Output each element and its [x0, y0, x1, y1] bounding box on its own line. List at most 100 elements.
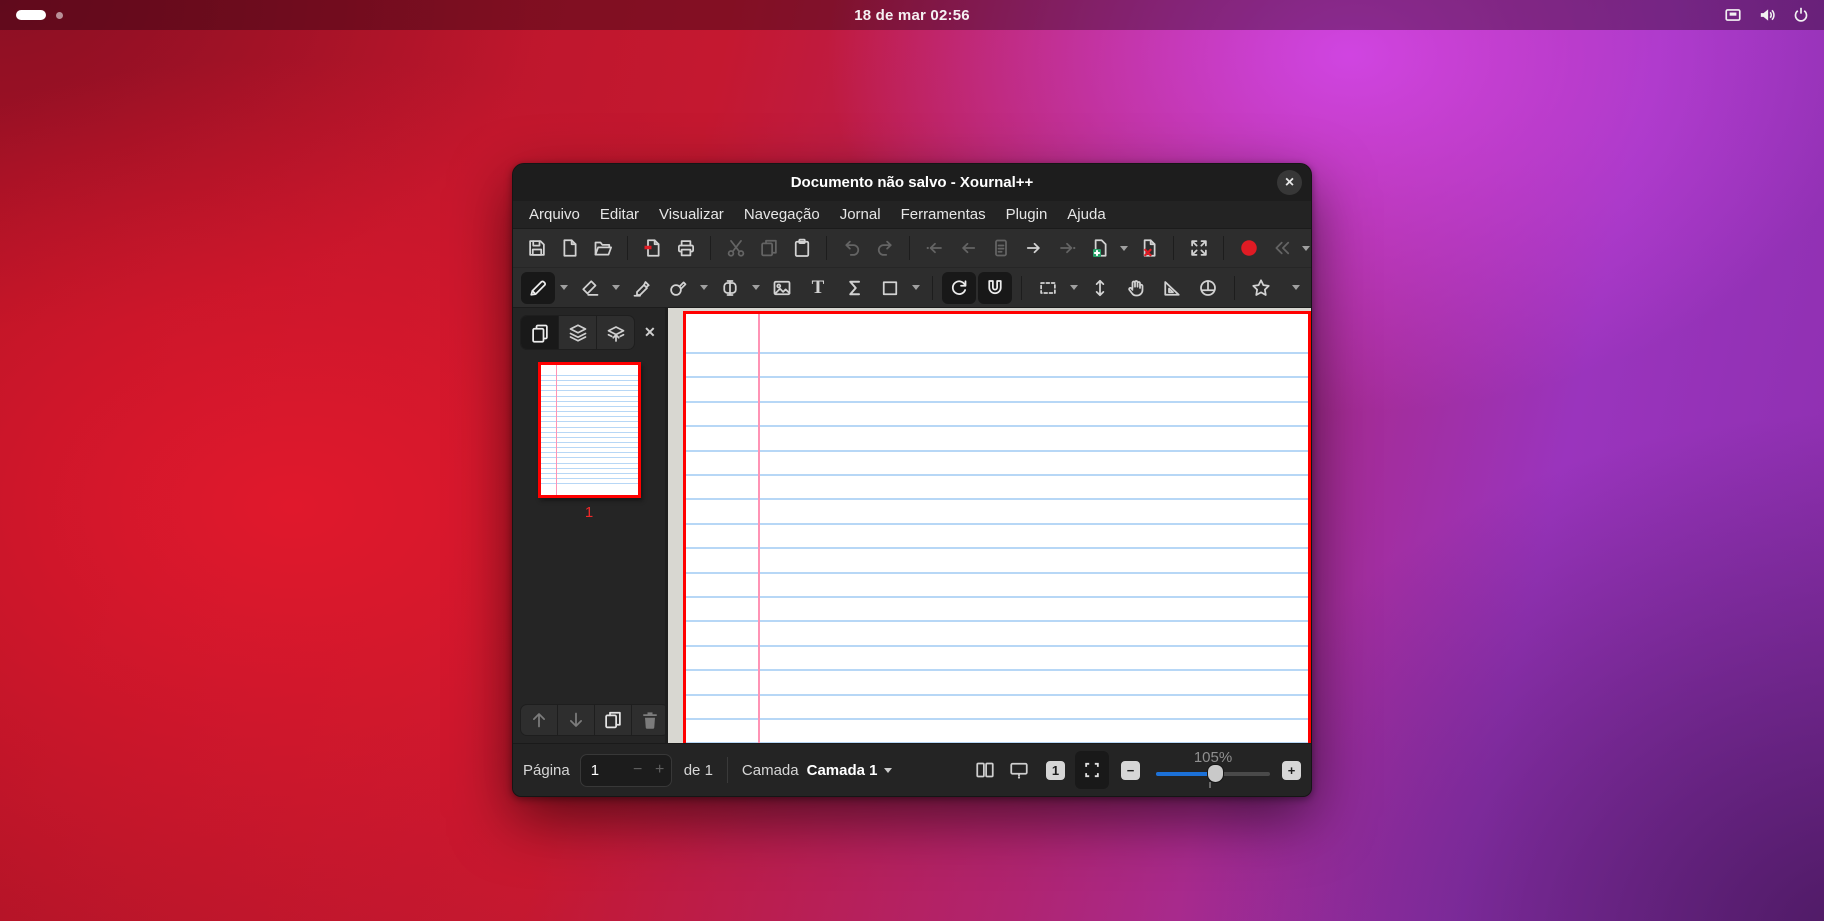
- rect-select-tool-button[interactable]: [1031, 272, 1065, 304]
- menu-ferramentas[interactable]: Ferramentas: [891, 204, 996, 225]
- open-folder-icon: [593, 238, 613, 258]
- move-page-down-button[interactable]: [558, 705, 595, 735]
- pen-options-dropdown[interactable]: [557, 273, 571, 303]
- text-tool-button[interactable]: T: [801, 272, 835, 304]
- vertical-space-tool-button[interactable]: [1083, 272, 1117, 304]
- setsquare-tool-button[interactable]: [1155, 272, 1189, 304]
- menu-plugin[interactable]: Plugin: [996, 204, 1058, 225]
- toolbar-overflow-dropdown[interactable]: [1289, 273, 1303, 303]
- title-bar[interactable]: Documento não salvo - Xournal++ ×: [513, 164, 1311, 201]
- tex-tool-button[interactable]: [837, 272, 871, 304]
- tab-page-preview[interactable]: [521, 316, 559, 349]
- power-icon: [1792, 6, 1810, 24]
- audio-seek-backwards-button[interactable]: [1266, 233, 1297, 263]
- close-button[interactable]: ×: [1277, 170, 1302, 195]
- chevron-down-icon: [1292, 285, 1300, 290]
- add-page-button[interactable]: [1084, 233, 1115, 263]
- copy-button[interactable]: [753, 233, 784, 263]
- toolbar-separator: [1223, 236, 1224, 260]
- pen-tool-button[interactable]: [521, 272, 555, 304]
- menu-ajuda[interactable]: Ajuda: [1057, 204, 1115, 225]
- page-spinbox-value[interactable]: 1: [581, 762, 627, 779]
- undo-icon: [842, 238, 862, 258]
- paste-button[interactable]: [786, 233, 817, 263]
- zoom-in-button[interactable]: +: [1282, 761, 1301, 780]
- copy-icon: [603, 710, 623, 730]
- add-page-dropdown[interactable]: [1117, 233, 1131, 263]
- pdf-text-select-options-dropdown[interactable]: [697, 273, 711, 303]
- record-icon: [1239, 238, 1259, 258]
- ruled-line: [686, 401, 1308, 403]
- duplicate-page-button[interactable]: [595, 705, 632, 735]
- shapes-options-dropdown[interactable]: [909, 273, 923, 303]
- ruled-line: [686, 742, 1308, 743]
- document-page[interactable]: [683, 311, 1311, 743]
- new-document-button[interactable]: [554, 233, 585, 263]
- grid-snapping-toggle[interactable]: [978, 272, 1012, 304]
- next-page-button[interactable]: [1018, 233, 1049, 263]
- delete-page-button[interactable]: [632, 705, 668, 735]
- margin-line: [758, 314, 760, 743]
- zoom-slider-handle[interactable]: [1207, 764, 1224, 783]
- sidebar-page-actions: [520, 704, 669, 736]
- dual-page-view-button[interactable]: [970, 755, 1000, 785]
- export-pdf-button[interactable]: [637, 233, 668, 263]
- open-button[interactable]: [587, 233, 618, 263]
- cut-button[interactable]: [720, 233, 751, 263]
- margin-line: [556, 365, 557, 495]
- redo-icon: [875, 238, 895, 258]
- first-page-button[interactable]: [919, 233, 950, 263]
- compass-tool-button[interactable]: [1191, 272, 1225, 304]
- menu-navegacao[interactable]: Navegação: [734, 204, 830, 225]
- image-tool-button[interactable]: [765, 272, 799, 304]
- goto-page-button[interactable]: [985, 233, 1016, 263]
- page-spinbox[interactable]: 1 − +: [580, 754, 672, 787]
- tab-layer-preview[interactable]: [559, 316, 597, 349]
- shapes-tool-button[interactable]: [873, 272, 907, 304]
- clock[interactable]: 18 de mar 02:56: [0, 7, 1824, 24]
- menu-editar[interactable]: Editar: [590, 204, 649, 225]
- print-icon: [676, 238, 696, 258]
- page-thumbnail[interactable]: [538, 362, 641, 498]
- highlighter-tool-button[interactable]: [625, 272, 659, 304]
- presentation-mode-button[interactable]: [1004, 755, 1034, 785]
- zoom-out-button[interactable]: −: [1121, 761, 1140, 780]
- zoom-slider[interactable]: 105%: [1154, 750, 1272, 790]
- select-options-dropdown[interactable]: [1067, 273, 1081, 303]
- eraser-options-dropdown[interactable]: [609, 273, 623, 303]
- undo-button[interactable]: [836, 233, 867, 263]
- select-pdf-text-area-button[interactable]: [713, 272, 747, 304]
- sidebar-close-icon[interactable]: ✕: [644, 324, 656, 341]
- tab-layerstack-preview[interactable]: [597, 316, 634, 349]
- select-pdf-text-linear-button[interactable]: [661, 272, 695, 304]
- toolbar-separator: [826, 236, 827, 260]
- content-area: ✕ 1: [513, 308, 1311, 743]
- document-canvas[interactable]: [665, 308, 1311, 743]
- delete-page-button[interactable]: [1133, 233, 1164, 263]
- toolbar-tools: T: [513, 268, 1311, 308]
- menu-arquivo[interactable]: Arquivo: [519, 204, 590, 225]
- pdf-text-area-options-dropdown[interactable]: [749, 273, 763, 303]
- last-page-button[interactable]: [1051, 233, 1082, 263]
- move-page-up-button[interactable]: [521, 705, 558, 735]
- save-button[interactable]: [521, 233, 552, 263]
- audio-options-dropdown[interactable]: [1299, 233, 1312, 263]
- system-tray[interactable]: [1724, 0, 1810, 30]
- menu-visualizar[interactable]: Visualizar: [649, 204, 734, 225]
- eraser-tool-button[interactable]: [573, 272, 607, 304]
- menu-jornal[interactable]: Jornal: [830, 204, 891, 225]
- zoom-fit-button[interactable]: [1075, 751, 1109, 789]
- rotation-snapping-toggle[interactable]: [942, 272, 976, 304]
- previous-page-button[interactable]: [952, 233, 983, 263]
- print-button[interactable]: [670, 233, 701, 263]
- hand-tool-button[interactable]: [1119, 272, 1153, 304]
- redo-button[interactable]: [869, 233, 900, 263]
- zoom-100-button[interactable]: 1: [1046, 761, 1065, 780]
- status-bar: Página 1 − + de 1 Camada Camada 1: [513, 743, 1311, 796]
- page-increment-button[interactable]: +: [649, 761, 671, 779]
- page-decrement-button[interactable]: −: [627, 761, 649, 779]
- fullscreen-button[interactable]: [1183, 233, 1214, 263]
- record-audio-button[interactable]: [1233, 233, 1264, 263]
- star-tool-button[interactable]: [1244, 272, 1278, 304]
- layer-selector[interactable]: Camada 1: [807, 762, 892, 779]
